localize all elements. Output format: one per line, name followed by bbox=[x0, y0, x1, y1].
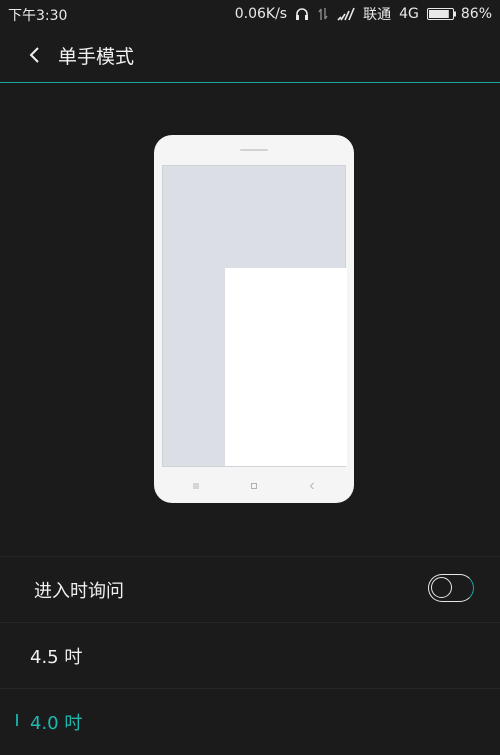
status-time: 下午3:30 bbox=[8, 8, 68, 24]
back-icon[interactable] bbox=[24, 43, 48, 67]
home-icon bbox=[248, 477, 260, 489]
setting-label: 进入时询问 bbox=[34, 581, 124, 602]
phone-navbar bbox=[154, 477, 354, 493]
ask-on-enter-toggle[interactable] bbox=[428, 574, 474, 602]
phone-illustration bbox=[154, 135, 354, 503]
header: 单手模式 bbox=[0, 28, 500, 83]
status-right: 0.06K/s 联通 4G 86% bbox=[235, 4, 492, 24]
selected-indicator bbox=[16, 714, 18, 726]
phone-speaker bbox=[240, 149, 268, 151]
menu-icon bbox=[190, 477, 202, 489]
battery-icon bbox=[426, 8, 456, 20]
size-option-4-0[interactable]: 4.0 吋 bbox=[0, 688, 500, 754]
network-type: 4G bbox=[399, 6, 419, 22]
phone-screen bbox=[162, 165, 347, 467]
one-hand-window bbox=[225, 268, 347, 466]
page-title: 单手模式 bbox=[58, 46, 135, 68]
back-key-icon bbox=[306, 477, 318, 490]
battery: 86% bbox=[426, 6, 492, 22]
status-bar: 下午3:30 0.06K/s 联通 4G 86% bbox=[0, 0, 500, 28]
size-option-label: 4.0 吋 bbox=[30, 713, 83, 734]
size-option-label: 4.5 吋 bbox=[30, 647, 83, 668]
network-speed: 0.06K/s bbox=[234, 6, 288, 22]
data-transfer-icon bbox=[317, 7, 329, 21]
battery-percent: 86% bbox=[460, 6, 492, 22]
setting-ask-on-enter[interactable]: 进入时询问 bbox=[0, 556, 500, 622]
toggle-knob bbox=[431, 577, 452, 598]
headphones-icon bbox=[295, 7, 309, 21]
signal-icon bbox=[337, 7, 355, 21]
size-option-4-5[interactable]: 4.5 吋 bbox=[0, 622, 500, 688]
carrier-name: 联通 bbox=[363, 7, 392, 23]
